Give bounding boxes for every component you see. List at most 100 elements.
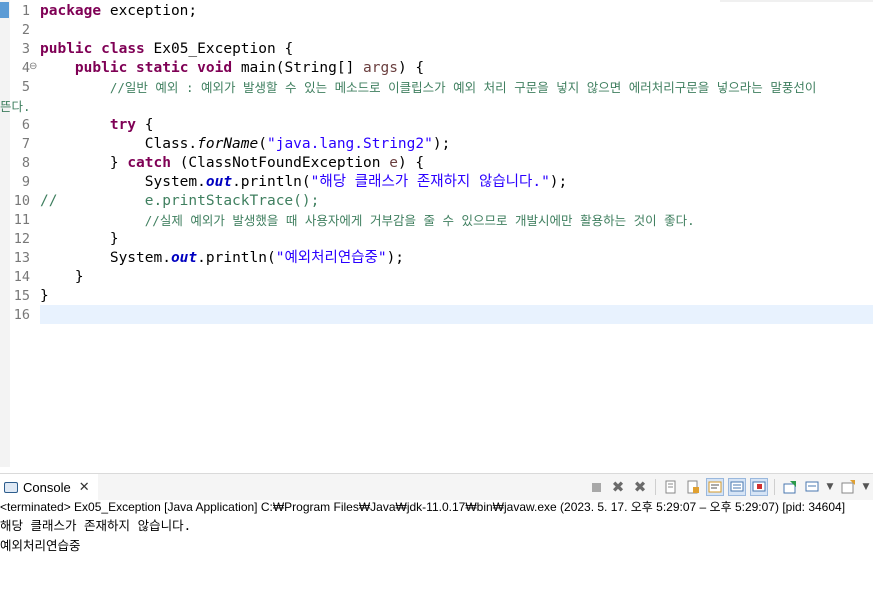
chevron-down-icon[interactable]: ▼ [861, 478, 871, 496]
code-token: ) { [397, 60, 425, 76]
code-line[interactable]: try { [40, 116, 154, 135]
line-number: 4 [21, 60, 30, 76]
close-icon[interactable]: ✕ [79, 479, 90, 495]
line-number: 3 [21, 41, 30, 57]
console-status-line: <terminated> Ex05_Exception [Java Applic… [0, 500, 846, 514]
line-number: 15 [13, 288, 30, 304]
clear-console-icon[interactable] [662, 478, 680, 496]
code-token: System. [40, 174, 206, 190]
code-token: args [363, 60, 398, 76]
code-line[interactable]: // e.printStackTrace(); [40, 192, 319, 211]
line-number: 5 [21, 79, 30, 95]
code-token: main(String[] [232, 60, 364, 76]
code-token: out [205, 174, 233, 190]
code-token: (ClassNotFoundException [170, 155, 390, 171]
code-token: 뜬다. [0, 99, 31, 114]
code-token: ); [386, 250, 405, 266]
code-line[interactable]: } [40, 287, 49, 306]
show-on-stdout-icon[interactable] [728, 478, 746, 496]
code-token: Class. [40, 136, 198, 152]
code-token: package [40, 3, 102, 19]
code-token: .println( [197, 250, 276, 266]
console-tab-label: Console [23, 479, 71, 495]
code-line[interactable]: System.out.println("예외처리연습중"); [40, 249, 404, 268]
line-number: 12 [13, 231, 30, 247]
code-line[interactable]: public static void main(String[] args) { [40, 59, 424, 78]
editor-overview-gutter [0, 0, 10, 467]
code-token: class [101, 41, 145, 57]
open-console-icon[interactable] [839, 478, 857, 496]
remove-all-terminated-icon[interactable]: ✖ [631, 478, 649, 496]
code-token: public [40, 41, 93, 57]
code-token: catch [127, 155, 171, 171]
code-token: } [40, 155, 128, 171]
line-number: 16 [13, 307, 30, 323]
code-token: // e.printStackTrace(); [40, 193, 320, 209]
code-line[interactable]: } [40, 230, 119, 249]
code-token: ); [549, 174, 568, 190]
code-editor[interactable]: 1 2 3 4 ⊖ 5 6 7 8 9 10 11 12 13 14 15 16 package excepti… [0, 0, 873, 467]
code-token: try [109, 117, 137, 133]
line-number: 13 [13, 250, 30, 266]
line-number: 14 [13, 269, 30, 285]
console-tab[interactable]: Console ✕ [0, 474, 98, 500]
console-output-line: 해당 클래스가 존재하지 않습니다. [0, 518, 192, 533]
word-wrap-icon[interactable] [706, 478, 724, 496]
code-line[interactable]: package exception; [40, 2, 197, 21]
code-token: void [197, 60, 233, 76]
code-token: forName [197, 136, 259, 152]
fold-collapse-icon[interactable]: ⊖ [29, 61, 37, 72]
code-line[interactable]: //실제 예외가 발생했을 때 사용자에게 거부감을 줄 수 있으므로 개발시에… [40, 211, 695, 230]
console-output-area[interactable]: <terminated> Ex05_Exception [Java Applic… [0, 500, 873, 593]
code-line[interactable]: 뜬다. [0, 97, 31, 116]
code-line[interactable]: Class.forName("java.lang.String2"); [40, 135, 451, 154]
line-number: 8 [21, 155, 30, 171]
code-token: Ex05_Exception { [144, 41, 294, 57]
code-token: } [40, 288, 49, 304]
code-token: ( [258, 136, 267, 152]
code-token: //실제 예외가 발생했을 때 사용자에게 거부감을 줄 수 있으므로 개발시에… [144, 213, 695, 228]
code-token: "java.lang.String2" [266, 136, 433, 152]
code-token: } [40, 269, 84, 285]
line-number: 6 [21, 117, 30, 133]
code-line[interactable]: System.out.println("해당 클래스가 존재하지 않습니다.")… [40, 173, 568, 192]
line-number: 11 [13, 212, 30, 228]
console-output-line: 예외처리연습중 [0, 538, 81, 553]
code-line[interactable]: } catch (ClassNotFoundException e) { [40, 154, 424, 173]
code-line[interactable]: //일반 예외 : 예외가 발생할 수 있는 메소드로 이클립스가 예외 처리 … [40, 78, 817, 97]
code-token: .println( [232, 174, 311, 190]
show-on-stderr-icon[interactable] [750, 478, 768, 496]
scroll-lock-icon[interactable] [684, 478, 702, 496]
code-token: out [170, 250, 198, 266]
console-view-header: Console ✕ ✖ ✖ ▼ ▼ [0, 473, 873, 501]
code-line[interactable]: } [40, 268, 84, 287]
code-token: e [389, 155, 398, 171]
code-token: } [40, 231, 119, 247]
chevron-down-icon[interactable]: ▼ [825, 478, 835, 496]
line-number: 10 [13, 193, 30, 209]
code-token: public [74, 60, 128, 76]
code-token: //일반 예외 : 예외가 발생할 수 있는 메소드로 이클립스가 예외 처리 … [109, 80, 817, 95]
console-toolbar: ✖ ✖ ▼ ▼ [585, 477, 873, 497]
code-token: System. [40, 250, 171, 266]
line-number: 9 [21, 174, 30, 190]
code-token: { [136, 117, 154, 133]
code-line[interactable]: public class Ex05_Exception { [40, 40, 293, 59]
toolbar-separator [774, 479, 775, 495]
terminate-icon[interactable] [587, 478, 605, 496]
display-selected-console-icon[interactable] [803, 478, 821, 496]
pin-console-icon[interactable] [781, 478, 799, 496]
code-token: ) { [397, 155, 425, 171]
code-text-area[interactable]: package exception; public class Ex05_Exce… [0, 0, 873, 467]
remove-launch-icon[interactable]: ✖ [609, 478, 627, 496]
current-line-marker [0, 2, 9, 18]
line-number: 7 [21, 136, 30, 152]
line-number: 1 [21, 3, 30, 19]
line-number: 2 [21, 22, 30, 38]
code-token: static [136, 60, 189, 76]
